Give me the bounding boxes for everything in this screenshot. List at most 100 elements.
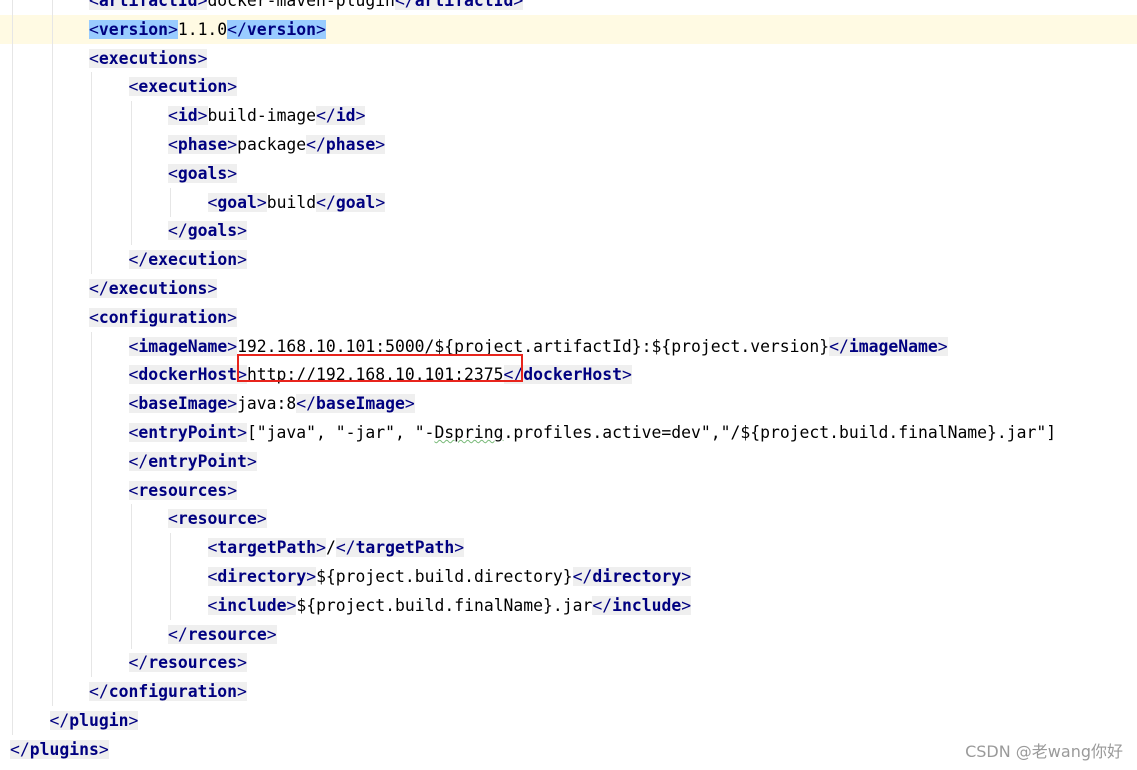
code-line[interactable]: </resource>	[0, 619, 1137, 649]
indent-guide	[91, 216, 92, 246]
tag-name: directory	[592, 567, 682, 586]
indent-guide	[51, 43, 53, 73]
code-line[interactable]: <resources>	[0, 475, 1137, 505]
code-line[interactable]: <artifactId>docker-maven-plugin</artifac…	[0, 0, 1137, 15]
indent-guide	[12, 14, 13, 44]
code-line[interactable]: </executions>	[0, 274, 1137, 303]
indent-guide	[12, 706, 13, 735]
indent-guide	[91, 101, 92, 131]
code-line[interactable]: <configuration>	[0, 302, 1137, 332]
indent-guide	[12, 648, 13, 678]
indent-guide	[51, 590, 53, 620]
code-content: <baseImage>java:8</baseImage>	[128, 389, 415, 418]
indent-guide	[51, 562, 53, 591]
indent-guide	[130, 619, 132, 649]
code-line[interactable]: <execution>	[0, 72, 1137, 102]
indent-guide	[91, 619, 92, 649]
xml-tag: </artifactId>	[394, 0, 524, 10]
code-content: </plugins>	[10, 735, 109, 764]
code-line[interactable]: <version>1.1.0</version>	[0, 14, 1137, 44]
tag-name: resource	[187, 624, 267, 644]
indent-guide	[12, 331, 13, 361]
indent-guide	[12, 590, 13, 620]
code-line[interactable]: <targetPath>/</targetPath>	[0, 533, 1137, 563]
xml-tag: <imageName>	[128, 336, 238, 356]
code-line[interactable]: </goals>	[0, 216, 1137, 246]
xml-tag: </include>	[592, 595, 692, 615]
tag-name: execution	[148, 250, 238, 270]
code-line[interactable]: <dockerHost>http://192.168.10.101:2375</…	[0, 360, 1137, 390]
code-line[interactable]: </entryPoint>	[0, 446, 1137, 476]
tag-name: artifactId	[98, 0, 198, 10]
indent-guide	[51, 274, 53, 303]
xml-tag: </id>	[316, 106, 366, 126]
indent-guide	[51, 418, 53, 447]
indent-guide	[130, 533, 132, 563]
xml-tag: </resources>	[128, 653, 247, 673]
code-line[interactable]: <goals>	[0, 158, 1137, 188]
indent-guide	[170, 187, 171, 217]
code-content: </entryPoint>	[128, 447, 257, 476]
indent-guide	[91, 590, 92, 620]
code-line[interactable]: <resource>	[0, 504, 1137, 534]
indent-guide	[91, 130, 92, 159]
indent-guide	[12, 389, 13, 419]
indent-guide	[130, 562, 132, 591]
code-line[interactable]: <executions>	[0, 43, 1137, 73]
tag-name: phase	[177, 135, 228, 154]
indent-guide	[130, 158, 132, 188]
indent-guide	[91, 533, 92, 563]
tag-name: dockerHost	[523, 365, 622, 385]
code-content: <goals>	[168, 159, 238, 188]
indent-guide	[51, 446, 53, 476]
watermark: CSDN @老wang你好	[965, 742, 1123, 761]
indent-guide	[130, 101, 132, 131]
indent-guide	[170, 590, 171, 620]
tag-name: goals	[177, 163, 228, 183]
xml-tag: </executions>	[89, 279, 218, 298]
xml-text: /	[325, 538, 336, 558]
indent-guide	[51, 504, 53, 534]
code-line[interactable]: <directory>${project.build.directory}</d…	[0, 562, 1137, 591]
indent-guide	[51, 619, 53, 649]
code-line[interactable]: <imageName>192.168.10.101:5000/${project…	[0, 331, 1137, 361]
code-content: <imageName>192.168.10.101:5000/${project…	[128, 332, 948, 361]
indent-guide	[91, 389, 92, 419]
code-editor[interactable]: <artifactId>docker-maven-plugin</artifac…	[0, 0, 1137, 770]
indent-guide	[51, 130, 53, 159]
tag-name: dockerHost	[138, 365, 238, 385]
tag-name: execution	[138, 77, 228, 97]
code-line[interactable]: <goal>build</goal>	[0, 187, 1137, 217]
xml-tag: <artifactId>	[89, 0, 208, 10]
xml-tag: <entryPoint>	[128, 423, 247, 442]
xml-tag: </resource>	[168, 624, 277, 644]
xml-tag: </targetPath>	[335, 538, 465, 558]
code-content: <goal>build</goal>	[207, 188, 386, 217]
indent-guide	[12, 216, 13, 246]
code-line[interactable]: </execution>	[0, 245, 1137, 275]
xml-text: 1.1.0	[177, 19, 228, 39]
code-line[interactable]: <entryPoint>["java", "-jar", "-Dspring.p…	[0, 418, 1137, 447]
xml-text: ["java", "-jar", "-	[246, 423, 435, 442]
code-line[interactable]: </configuration>	[0, 677, 1137, 707]
code-line[interactable]: <id>build-image</id>	[0, 101, 1137, 131]
code-line[interactable]: <baseImage>java:8</baseImage>	[0, 389, 1137, 419]
xml-tag: <version>	[89, 19, 178, 39]
xml-tag: <configuration>	[89, 307, 238, 327]
indent-guide	[51, 0, 53, 15]
xml-tag: </configuration>	[89, 682, 247, 702]
code-line[interactable]: </plugin>	[0, 706, 1137, 735]
xml-tag: <goals>	[168, 163, 238, 183]
code-line[interactable]: <phase>package</phase>	[0, 130, 1137, 159]
indent-guide	[12, 0, 13, 15]
tag-name: entryPoint	[148, 451, 247, 471]
tag-name: version	[246, 19, 316, 39]
tag-name: entryPoint	[138, 423, 238, 442]
code-line[interactable]: <include>${project.build.finalName}.jar<…	[0, 590, 1137, 620]
xml-tag: </execution>	[128, 250, 247, 270]
indent-guide	[12, 158, 13, 188]
xml-tag: <directory>	[207, 567, 317, 586]
tag-name: resources	[138, 480, 228, 500]
indent-guide	[12, 418, 13, 447]
code-line[interactable]: </resources>	[0, 648, 1137, 678]
